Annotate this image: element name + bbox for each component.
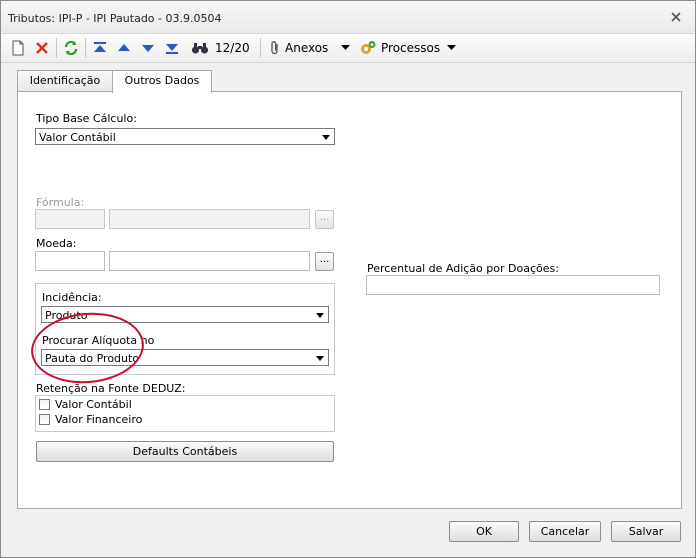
anexos-label: Anexos [285,41,329,55]
next-record-button[interactable] [141,39,155,57]
arrow-up-icon [117,41,131,55]
percentual-adicao-label: Percentual de Adição por Doações: [367,262,559,275]
close-icon[interactable] [668,9,684,25]
cancel-button[interactable]: Cancelar [529,521,601,542]
search-button[interactable] [191,39,209,57]
anexos-button[interactable]: Anexos [269,39,328,57]
moeda-lookup-button[interactable]: ... [315,252,334,271]
moeda-label: Moeda: [36,237,77,250]
last-record-button[interactable] [165,39,179,57]
formula-description-input[interactable] [109,209,310,229]
incidencia-value: Produto [45,309,88,322]
valor-contabil-checkbox[interactable] [39,399,50,410]
defaults-contabeis-button[interactable]: Defaults Contábeis [36,441,334,462]
first-record-icon [93,41,107,55]
processos-dropdown-button[interactable] [447,39,456,57]
anexos-dropdown-button[interactable] [341,39,350,57]
retencao-label: Retenção na Fonte DEDUZ: [36,382,186,395]
tipo-base-calculo-value: Valor Contábil [39,131,116,144]
arrow-down-icon [141,41,155,55]
gears-icon [359,40,377,56]
formula-label: Fórmula: [36,196,85,209]
procurar-aliquota-value: Pauta do Produto [45,352,140,365]
chevron-down-icon [322,135,330,140]
toolbar: 12/20 Anexos Processos [1,34,695,63]
formula-lookup-button[interactable]: ... [315,210,334,229]
formula-code-input[interactable] [35,209,105,229]
ok-button[interactable]: OK [449,521,519,542]
valor-financeiro-label: Valor Financeiro [55,413,143,426]
last-record-icon [165,41,179,55]
moeda-code-input[interactable] [35,251,105,271]
incidencia-label: Incidência: [42,291,102,304]
delete-x-icon [35,41,49,55]
record-counter-text: 12/20 [215,41,250,55]
chevron-down-icon [316,313,324,318]
toolbar-separator [85,38,86,58]
valor-financeiro-checkbox[interactable] [39,414,50,425]
processos-label: Processos [381,41,441,55]
procurar-aliquota-select[interactable]: Pauta do Produto [41,349,329,366]
new-record-button[interactable] [11,39,25,57]
incidencia-select[interactable]: Produto [41,306,329,323]
outros-dados-panel: Tipo Base Cálculo: Valor Contábil Fórmul… [17,91,682,509]
tab-outros-dados[interactable]: Outros Dados [112,70,212,93]
valor-contabil-label: Valor Contábil [55,398,132,411]
dropdown-arrow-icon [341,45,350,51]
tipo-base-calculo-select[interactable]: Valor Contábil [35,128,335,145]
procurar-aliquota-label: Procurar Alíquota no [42,334,155,347]
record-counter: 12/20 [215,39,250,57]
tab-identificacao[interactable]: Identificação [17,70,113,91]
moeda-description-input[interactable] [109,251,310,271]
refresh-button[interactable] [63,39,79,57]
delete-record-button[interactable] [35,39,49,57]
title-bar: Tributos: IPI-P - IPI Pautado - 03.9.050… [1,1,695,34]
tipo-base-calculo-label: Tipo Base Cálculo: [36,112,137,125]
toolbar-separator [56,38,57,58]
chevron-down-icon [316,356,324,361]
dialog-window: Tributos: IPI-P - IPI Pautado - 03.9.050… [0,0,696,558]
binoculars-icon [191,41,209,55]
toolbar-separator [260,38,261,58]
percentual-adicao-input[interactable] [366,275,660,295]
paperclip-icon [269,40,281,56]
refresh-icon [63,40,79,56]
save-button[interactable]: Salvar [611,521,681,542]
window-title: Tributos: IPI-P - IPI Pautado - 03.9.050… [8,12,222,25]
previous-record-button[interactable] [117,39,131,57]
processos-button[interactable]: Processos [359,39,440,57]
dropdown-arrow-icon [447,45,456,51]
new-document-icon [11,40,25,56]
first-record-button[interactable] [93,39,107,57]
